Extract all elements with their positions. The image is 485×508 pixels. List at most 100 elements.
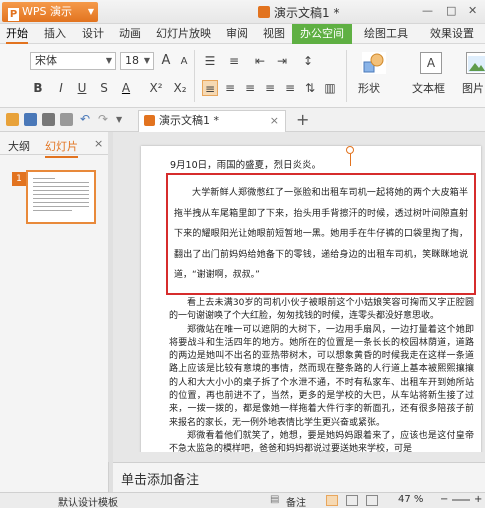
notes-icon[interactable]: ▤: [270, 494, 279, 505]
zoom-in-button[interactable]: +: [474, 494, 482, 505]
slide-sorter-icon[interactable]: [346, 495, 358, 506]
divider: [0, 154, 108, 155]
menu-bar: 开始 插入 设计 动画 幻灯片放映 审阅 视图 办公空间 绘图工具 效果设置: [0, 24, 485, 44]
presentation-file-icon: [258, 6, 270, 18]
slide-area-bottom: [113, 452, 485, 462]
zoom-level: 47 %: [398, 494, 424, 505]
subscript-button[interactable]: X₂: [170, 80, 190, 96]
slide-panel: 大纲 幻灯片 × 1: [0, 132, 109, 492]
zoom-out-button[interactable]: −: [440, 494, 448, 505]
menu-design[interactable]: 设计: [82, 24, 104, 44]
shape-icon[interactable]: [362, 52, 386, 74]
tab-outline[interactable]: 大纲: [8, 138, 30, 154]
quick-access-bar: ↶ ↷ ▼ 演示文稿1 * × +: [0, 108, 485, 132]
justify-icon[interactable]: ≡: [262, 80, 278, 96]
slide-date-line[interactable]: 9月10日，雨国的盛夏，烈日炎炎。: [170, 157, 321, 171]
notes-placeholder: 单击添加备注: [121, 473, 200, 488]
menu-review[interactable]: 审阅: [226, 24, 248, 44]
strikethrough-button[interactable]: S: [96, 80, 112, 96]
grow-font-button[interactable]: A: [158, 53, 174, 69]
menu-view[interactable]: 视图: [263, 24, 285, 44]
textbox-icon[interactable]: A: [420, 52, 442, 74]
bold-button[interactable]: B: [30, 80, 46, 96]
left-panel-bottom: [0, 462, 109, 492]
close-button[interactable]: ✕: [468, 4, 477, 17]
body-paragraph: 郑微站在唯一可以遮阴的大树下，一边用手扇风，一边打量着这个她即将要战斗和生活四年…: [169, 324, 474, 428]
close-icon[interactable]: ×: [94, 137, 103, 150]
slide-thumbnail[interactable]: [26, 170, 96, 224]
bullet-list-icon[interactable]: ☰: [202, 53, 218, 69]
title-bar: P WPS 演示 ▼ 演示文稿1 * — □ ✕: [0, 0, 485, 24]
reading-view-icon[interactable]: [366, 495, 378, 506]
menu-home[interactable]: 开始: [6, 24, 28, 44]
status-bar: 默认设计模板 ▤ 备注 47 % − +: [0, 492, 485, 508]
font-name-value: 宋体: [35, 54, 57, 67]
columns-icon[interactable]: ▥: [322, 80, 338, 96]
shrink-font-button[interactable]: A: [176, 54, 192, 70]
line-spacing-icon[interactable]: ↕: [300, 53, 316, 69]
maximize-button[interactable]: □: [446, 4, 456, 17]
ribbon-toolbar: 宋体 ▼ 18 ▼ A A B I U S A X² X₂ ☰ ≡ ⇤ ⇥ ↕ ≡ …: [0, 44, 485, 108]
rotate-handle-line: [350, 154, 351, 166]
undo-icon[interactable]: ↶: [80, 113, 93, 126]
font-size-value: 18: [125, 54, 139, 67]
align-right-icon[interactable]: ≡: [242, 80, 258, 96]
numbered-list-icon[interactable]: ≡: [226, 53, 242, 69]
print-icon[interactable]: [42, 113, 55, 126]
menu-drawing-tools[interactable]: 绘图工具: [364, 24, 408, 44]
separator: [346, 50, 347, 102]
menu-animation[interactable]: 动画: [119, 24, 141, 44]
chevron-down-icon: ▼: [143, 56, 150, 65]
zoom-slider[interactable]: [452, 499, 470, 501]
shape-button-label[interactable]: 形状: [358, 80, 380, 96]
redo-icon[interactable]: ↷: [98, 113, 111, 126]
notes-toggle[interactable]: 备注: [286, 494, 306, 508]
window-title: 演示文稿1 *: [258, 4, 339, 21]
wps-logo-icon: P: [8, 8, 19, 21]
design-template-label[interactable]: 默认设计模板: [58, 494, 118, 508]
tab-slides[interactable]: 幻灯片: [45, 138, 78, 158]
underline-button[interactable]: U: [74, 80, 90, 96]
tab-document[interactable]: 演示文稿1 * ×: [138, 110, 286, 132]
font-name-select[interactable]: 宋体 ▼: [30, 52, 116, 70]
menu-office-space[interactable]: 办公空间: [292, 24, 352, 44]
tab-document-label: 演示文稿1 *: [159, 114, 219, 127]
picture-button-label[interactable]: 图片: [462, 80, 484, 96]
slide-number: 1: [12, 172, 26, 186]
wps-app-menu-button[interactable]: P WPS 演示 ▼: [2, 2, 98, 22]
align-center-icon[interactable]: ≡: [222, 80, 238, 96]
separator: [194, 50, 195, 102]
normal-view-icon[interactable]: [326, 495, 338, 506]
text-direction-icon[interactable]: ⇅: [302, 80, 318, 96]
font-size-select[interactable]: 18 ▼: [120, 52, 154, 70]
add-tab-button[interactable]: +: [296, 111, 309, 129]
slide-body-text[interactable]: 看上去未满30岁的司机小伙子被眼前这个小姑娘笑容可掬而又字正腔圆的一句谢谢唤了个…: [169, 297, 474, 457]
italic-button[interactable]: I: [53, 80, 69, 96]
menu-slideshow[interactable]: 幻灯片放映: [156, 24, 211, 44]
decrease-indent-icon[interactable]: ⇤: [252, 53, 268, 69]
highlighted-textbox[interactable]: 大学新鲜人郑微憋红了一张脸和出租车司机一起将她的两个大皮箱半拖半拽从车尾箱里卸了…: [166, 173, 476, 295]
menu-effect-settings[interactable]: 效果设置: [430, 24, 474, 44]
increase-indent-icon[interactable]: ⇥: [274, 53, 290, 69]
align-left-icon[interactable]: ≡: [202, 80, 218, 96]
rotate-handle[interactable]: [346, 146, 354, 154]
superscript-button[interactable]: X²: [146, 80, 166, 96]
app-button-label: WPS 演示: [22, 5, 72, 18]
textbox-button-label[interactable]: 文本框: [412, 80, 445, 96]
notes-pane[interactable]: 单击添加备注: [113, 462, 485, 492]
minimize-button[interactable]: —: [422, 4, 433, 17]
save-icon[interactable]: [24, 113, 37, 126]
body-paragraph: 看上去未满30岁的司机小伙子被眼前这个小姑娘笑容可掬而又字正腔圆的一句谢谢唤了个…: [169, 298, 474, 322]
chevron-down-icon: ▼: [87, 7, 94, 16]
close-tab-icon[interactable]: ×: [270, 111, 279, 131]
menu-insert[interactable]: 插入: [44, 24, 66, 44]
presentation-file-icon: [144, 115, 155, 126]
distributed-icon[interactable]: ≡: [282, 80, 298, 96]
picture-icon[interactable]: [466, 52, 485, 74]
print-preview-icon[interactable]: [60, 113, 73, 126]
chevron-down-icon: ▼: [105, 56, 112, 65]
window-title-text: 演示文稿1 *: [274, 6, 340, 20]
font-color-button[interactable]: A: [118, 80, 134, 96]
chevron-down-icon[interactable]: ▼: [116, 113, 129, 126]
open-folder-icon[interactable]: [6, 113, 19, 126]
